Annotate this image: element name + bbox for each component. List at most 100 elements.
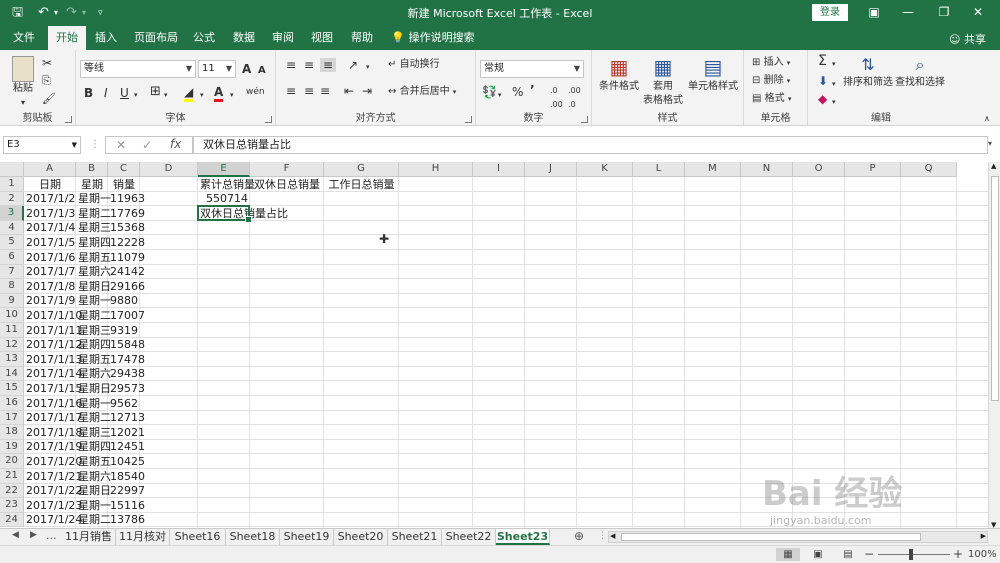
column-header-f[interactable]: F: [250, 162, 324, 177]
cell-sales[interactable]: 15848: [110, 338, 145, 352]
cell-weekday[interactable]: 星期二: [78, 513, 111, 527]
clipboard-launcher-icon[interactable]: [65, 116, 72, 123]
cut-icon[interactable]: ✂: [42, 56, 52, 70]
number-format-select[interactable]: 常规 ▼: [480, 60, 584, 78]
scroll-left-icon[interactable]: ◀: [610, 532, 615, 540]
cell-sales[interactable]: 15116: [110, 499, 145, 513]
cell-date[interactable]: 2017/1/10: [26, 309, 82, 323]
sheet-tab-11月销售[interactable]: 11月销售: [62, 529, 116, 545]
column-header-e[interactable]: E: [198, 162, 250, 177]
formula-bar-resize-icon[interactable]: ⋮: [90, 139, 100, 150]
grow-font-button[interactable]: A: [242, 62, 251, 76]
cell-weekday[interactable]: 星期四: [78, 338, 111, 352]
add-sheet-icon[interactable]: ⊕: [574, 529, 584, 543]
accounting-dropdown-icon[interactable]: ▾: [498, 88, 502, 102]
ribbon-display-icon[interactable]: ▣: [864, 3, 884, 21]
row-header-23[interactable]: 23: [0, 498, 24, 513]
cell-date[interactable]: 2017/1/8: [26, 280, 75, 294]
cell-sales[interactable]: 11079: [110, 251, 145, 265]
normal-view-icon[interactable]: ▦: [776, 548, 800, 561]
align-center-icon[interactable]: ≡: [304, 84, 314, 98]
sheet-tab-sheet22[interactable]: Sheet22: [442, 529, 496, 545]
cell-weekday[interactable]: 星期一: [78, 397, 111, 411]
cell-weekday[interactable]: 星期三: [78, 221, 111, 235]
cell-sales[interactable]: 12713: [110, 411, 145, 425]
tab-split-icon[interactable]: ⋮: [598, 531, 607, 541]
cell-sales[interactable]: 17769: [110, 207, 145, 221]
sheet-tab-sheet19[interactable]: Sheet19: [280, 529, 334, 545]
horizontal-scrollbar[interactable]: ◀ ▶: [608, 531, 988, 543]
insert-cells-button[interactable]: ⊞ 插入 ▾: [752, 56, 790, 70]
column-header-q[interactable]: Q: [901, 162, 957, 177]
decrease-indent-icon[interactable]: ⇤: [344, 84, 354, 98]
cell-sales[interactable]: 10425: [110, 455, 145, 469]
row-header-3[interactable]: 3: [0, 206, 24, 221]
tab-file[interactable]: 文件: [4, 26, 44, 50]
tab-page-layout[interactable]: 页面布局: [128, 26, 184, 50]
align-top-icon[interactable]: ≡: [286, 58, 296, 72]
cell-date[interactable]: 2017/1/20: [26, 455, 82, 469]
cell-weekday[interactable]: 星期四: [78, 440, 111, 454]
clear-dropdown-icon[interactable]: ▾: [832, 95, 836, 109]
autosum-icon[interactable]: Σ: [818, 54, 827, 68]
shrink-font-button[interactable]: A: [258, 64, 266, 78]
number-launcher-icon[interactable]: [581, 116, 588, 123]
cell-date[interactable]: 2017/1/13: [26, 353, 82, 367]
cell-sales[interactable]: 17007: [110, 309, 145, 323]
cell-e1[interactable]: 累计总销量: [200, 178, 255, 192]
row-header-5[interactable]: 5: [0, 235, 24, 250]
cell-sales[interactable]: 9562: [110, 397, 138, 411]
cell-sales[interactable]: 18540: [110, 470, 145, 484]
row-header-2[interactable]: 2: [0, 191, 24, 207]
cell-weekday[interactable]: 星期一: [78, 499, 111, 513]
sheet-tab-sheet20[interactable]: Sheet20: [334, 529, 388, 545]
orientation-dropdown-icon[interactable]: ▾: [366, 60, 370, 74]
row-header-24[interactable]: 24: [0, 512, 24, 528]
font-color-dropdown-icon[interactable]: ▾: [230, 88, 234, 102]
column-header-n[interactable]: N: [741, 162, 793, 177]
cell-sales[interactable]: 11963: [110, 192, 145, 206]
row-header-15[interactable]: 15: [0, 381, 24, 396]
column-header-h[interactable]: H: [399, 162, 473, 177]
column-header-l[interactable]: L: [633, 162, 685, 177]
merge-center-button[interactable]: ↔ 合并后居中 ▾: [388, 85, 456, 99]
fill-color-dropdown-icon[interactable]: ▾: [200, 88, 204, 102]
increase-indent-icon[interactable]: ⇥: [362, 84, 372, 98]
cell-sales[interactable]: 17478: [110, 353, 145, 367]
align-left-icon[interactable]: ≡: [286, 84, 296, 98]
zoom-slider-thumb[interactable]: [909, 549, 913, 560]
row-header-22[interactable]: 22: [0, 483, 24, 499]
sort-filter-button[interactable]: ⇅ 排序和筛选: [842, 54, 894, 90]
row-header-17[interactable]: 17: [0, 410, 24, 426]
cell-styles-button[interactable]: ▤ 单元格样式: [686, 54, 740, 94]
borders-icon[interactable]: ⊞: [150, 85, 161, 99]
font-color-icon[interactable]: A: [214, 85, 224, 102]
zoom-out-icon[interactable]: −: [864, 547, 874, 561]
cell-date[interactable]: 2017/1/11: [26, 324, 82, 338]
bold-button[interactable]: B: [84, 86, 93, 100]
increase-decimal-icon[interactable]: .0.00: [550, 84, 563, 112]
cell-b1[interactable]: 星期: [78, 178, 106, 192]
tab-view[interactable]: 视图: [304, 26, 340, 50]
cell-f1[interactable]: 双休日总销量: [252, 178, 322, 192]
minimize-icon[interactable]: —: [898, 3, 918, 21]
sheet-tab-sheet16[interactable]: Sheet16: [170, 529, 226, 545]
cell-weekday[interactable]: 星期三: [78, 324, 111, 338]
collapse-ribbon-icon[interactable]: ∧: [984, 112, 990, 126]
column-header-d[interactable]: D: [140, 162, 198, 177]
cell-weekday[interactable]: 星期一: [78, 192, 111, 206]
cell-weekday[interactable]: 星期二: [78, 207, 111, 221]
zoom-slider-track[interactable]: [878, 554, 950, 555]
cell-sales[interactable]: 12021: [110, 426, 145, 440]
enter-icon[interactable]: ✓: [142, 138, 152, 152]
row-header-9[interactable]: 9: [0, 293, 24, 309]
row-header-16[interactable]: 16: [0, 396, 24, 411]
restore-icon[interactable]: ❐: [934, 3, 954, 21]
row-header-21[interactable]: 21: [0, 469, 24, 484]
delete-cells-button[interactable]: ⊟ 删除 ▾: [752, 74, 790, 88]
cell-weekday[interactable]: 星期日: [78, 280, 111, 294]
font-launcher-icon[interactable]: [265, 116, 272, 123]
cell-sales[interactable]: 9880: [110, 294, 138, 308]
cancel-icon[interactable]: ✕: [116, 138, 126, 152]
row-header-14[interactable]: 14: [0, 366, 24, 382]
